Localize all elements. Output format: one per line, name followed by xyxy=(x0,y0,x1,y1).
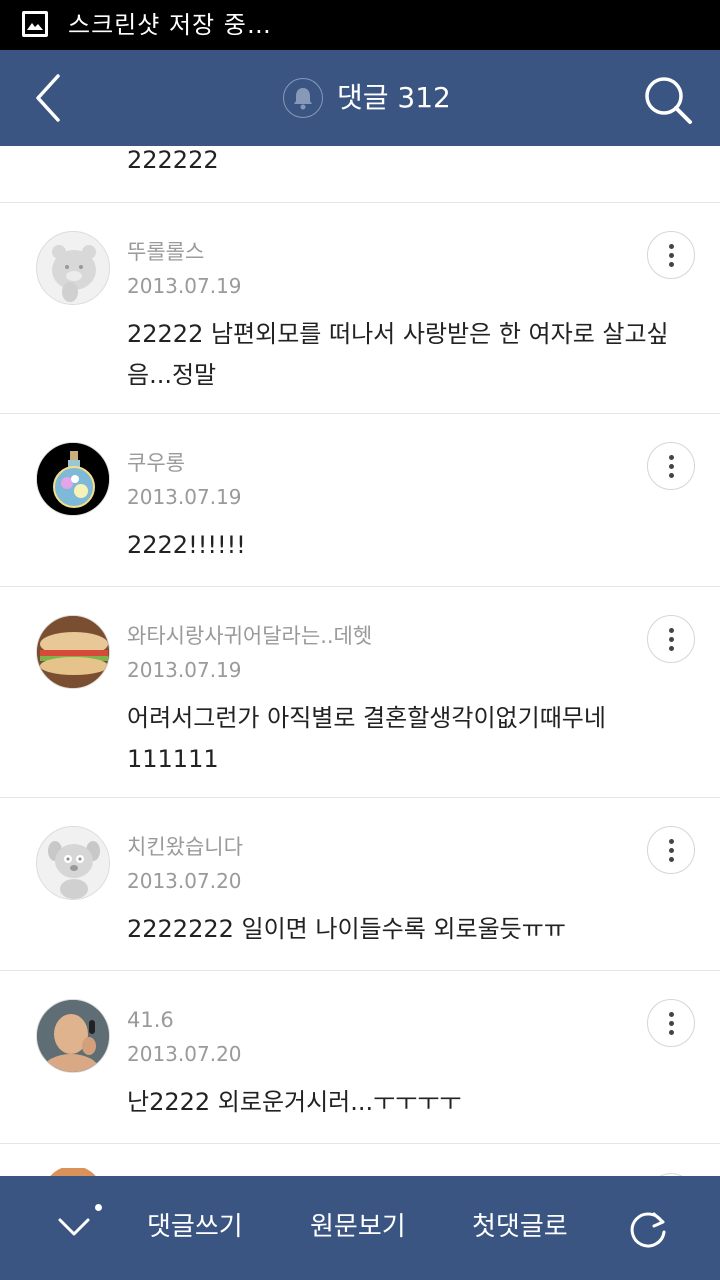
sandwich-avatar[interactable] xyxy=(36,615,110,689)
comment-text: 난2222 외로운거시러...ㅜㅜㅜㅜ xyxy=(127,1088,462,1116)
comment-author[interactable]: 와타시랑사귀어달라는..데헷 xyxy=(127,623,372,649)
more-dot-icon xyxy=(668,627,674,633)
more-options-button[interactable] xyxy=(647,231,695,279)
search-button[interactable] xyxy=(640,72,696,128)
refresh-button[interactable] xyxy=(626,1206,670,1250)
write-comment-button[interactable]: 댓글쓰기 xyxy=(147,1210,243,1244)
more-dot-icon xyxy=(668,645,674,651)
next-avatar-peek xyxy=(36,1165,110,1176)
comment-text: 어려서그런가 아직별로 결혼할생각이없기때무네 111111 xyxy=(127,704,606,773)
more-dot-icon xyxy=(668,847,674,853)
search-icon xyxy=(645,77,692,124)
status-bar: 스크린샷 저장 중… xyxy=(0,0,720,50)
comment-list[interactable]: 222222 뚜롤롤스 2013.07.19 22222 남편외모를 떠나서 사… xyxy=(0,146,720,1176)
more-dot-icon xyxy=(668,472,674,478)
comment-author[interactable]: 뚜롤롤스 xyxy=(127,239,204,265)
bear-avatar[interactable] xyxy=(36,231,110,305)
comment-date: 2013.07.19 xyxy=(127,658,242,682)
list-item: 222222 xyxy=(0,146,720,203)
comment-date: 2013.07.20 xyxy=(127,869,242,893)
app-header: 댓글 312 xyxy=(0,50,720,146)
refresh-icon xyxy=(630,1212,666,1248)
dog-avatar[interactable] xyxy=(36,826,110,900)
more-dot-icon xyxy=(668,636,674,642)
page-title: 댓글 312 xyxy=(337,81,451,114)
more-dot-icon xyxy=(668,454,674,460)
comment-item: 와타시랑사귀어달라는..데헷 2013.07.19 어려서그런가 아직별로 결혼… xyxy=(0,587,720,798)
comment-text: 222222 xyxy=(127,146,219,174)
person-photo-avatar[interactable] xyxy=(36,999,110,1073)
bottom-toolbar: 댓글쓰기 원문보기 첫댓글로 xyxy=(0,1176,720,1280)
comment-author[interactable]: 41.6 xyxy=(127,1007,174,1033)
comment-item: 41.6 2013.07.20 난2222 외로운거시러...ㅜㅜㅜㅜ xyxy=(0,971,720,1144)
more-dot-icon xyxy=(668,252,674,258)
more-options-button[interactable] xyxy=(647,999,695,1047)
comment-author[interactable]: 쿠우롱 xyxy=(127,450,185,476)
comment-date: 2013.07.19 xyxy=(127,274,242,298)
image-icon xyxy=(22,11,48,37)
more-dot-icon xyxy=(668,856,674,862)
chevron-down-icon xyxy=(58,1218,90,1236)
comment-text: 2222!!!!!! xyxy=(127,531,246,559)
more-dot-icon xyxy=(668,243,674,249)
back-chevron-icon xyxy=(36,74,60,122)
comment-text: 2222222 일이면 나이들수록 외로울듯ㅠㅠ xyxy=(127,915,566,943)
more-dot-icon xyxy=(668,463,674,469)
next-more-peek xyxy=(647,1168,695,1176)
bell-icon xyxy=(294,88,312,110)
first-comment-button[interactable]: 첫댓글로 xyxy=(472,1210,568,1244)
more-options-button[interactable] xyxy=(647,826,695,874)
more-dot-icon xyxy=(668,1029,674,1035)
more-options-button[interactable] xyxy=(647,615,695,663)
comment-text: 22222 남편외모를 떠나서 사랑받은 한 여자로 살고싶음...정말 xyxy=(127,320,669,389)
comment-date: 2013.07.19 xyxy=(127,485,242,509)
potion-bottle-avatar[interactable] xyxy=(36,442,110,516)
more-dot-icon xyxy=(668,838,674,844)
more-dot-icon xyxy=(668,261,674,267)
back-button[interactable] xyxy=(26,70,78,126)
comment-author[interactable]: 치킨왔습니다 xyxy=(127,834,243,860)
comment-item: 치킨왔습니다 2013.07.20 2222222 일이면 나이들수록 외로울듯… xyxy=(0,798,720,971)
comment-item: 쿠우롱 2013.07.19 2222!!!!!! xyxy=(0,414,720,587)
more-dot-icon xyxy=(668,1011,674,1017)
more-dot-icon xyxy=(668,1020,674,1026)
more-options-button[interactable] xyxy=(647,442,695,490)
header-title-group: 댓글 312 xyxy=(283,76,451,120)
status-text: 스크린샷 저장 중… xyxy=(68,11,272,39)
notification-bell-button[interactable] xyxy=(283,78,323,118)
comment-date: 2013.07.20 xyxy=(127,1042,242,1066)
view-original-button[interactable]: 원문보기 xyxy=(310,1210,406,1244)
scroll-down-button[interactable] xyxy=(54,1206,94,1246)
comment-item: 뚜롤롤스 2013.07.19 22222 남편외모를 떠나서 사랑받은 한 여… xyxy=(0,203,720,414)
new-indicator-dot xyxy=(95,1204,102,1211)
